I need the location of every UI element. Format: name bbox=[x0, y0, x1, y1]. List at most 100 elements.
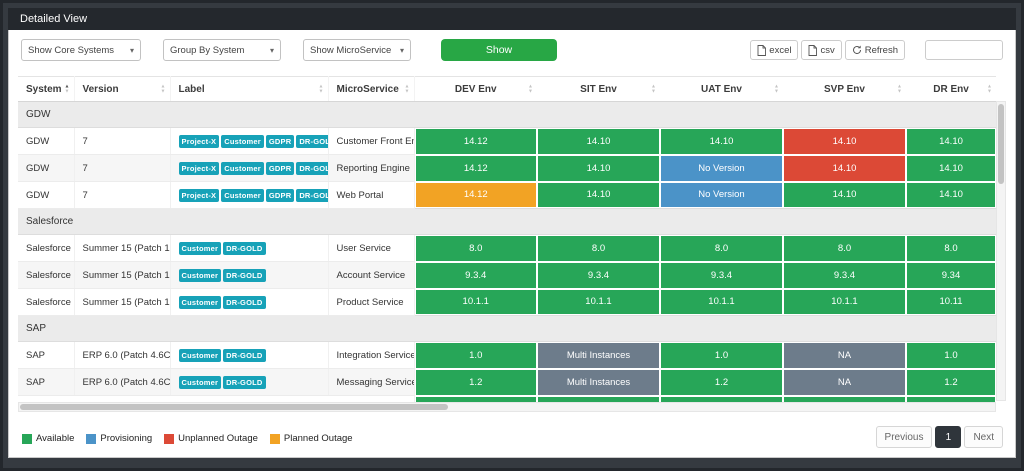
cell-labels: CustomerDR-GOLD bbox=[170, 342, 328, 369]
table-row-customer-front-end[interactable]: GDW7Project-XCustomerGDPRDR-GOLDCustomer… bbox=[18, 128, 996, 155]
table-row-integration-service[interactable]: SAPERP 6.0 (Patch 4.6C)CustomerDR-GOLDIn… bbox=[18, 342, 996, 369]
table-row-product-service[interactable]: SalesforceSummer 15 (Patch 10.1)Customer… bbox=[18, 289, 996, 316]
cell-svp-env[interactable]: 14.10 bbox=[783, 182, 906, 209]
microservice-select[interactable]: Show MicroService ▾ bbox=[303, 39, 411, 61]
cell-labels: CustomerDR-GOLD bbox=[170, 289, 328, 316]
show-button[interactable]: Show bbox=[441, 39, 557, 61]
cell-dr-env[interactable]: 1.0 bbox=[906, 342, 996, 369]
core-systems-select[interactable]: Show Core Systems ▾ bbox=[21, 39, 141, 61]
group-row-sap[interactable]: SAP bbox=[18, 316, 996, 342]
column-header-svp-env[interactable]: SVP Env▲▼ bbox=[783, 77, 906, 102]
column-header-version[interactable]: Version▲▼ bbox=[74, 77, 170, 102]
search-input[interactable] bbox=[925, 40, 1003, 60]
cell-dev-env[interactable]: 8.0 bbox=[414, 235, 537, 262]
table-row-reporting-engine[interactable]: GDW7Project-XCustomerGDPRDR-GOLDReportin… bbox=[18, 155, 996, 182]
env-status-chip: 10.11 bbox=[907, 290, 995, 315]
cell-svp-env[interactable]: 14.10 bbox=[783, 155, 906, 182]
column-header-dev-env[interactable]: DEV Env▲▼ bbox=[414, 77, 537, 102]
cell-dr-env[interactable]: 10.11 bbox=[906, 289, 996, 316]
env-status-chip: 9.3.4 bbox=[661, 263, 782, 288]
table-row-web-portal[interactable]: GDW7Project-XCustomerGDPRDR-GOLDWeb Port… bbox=[18, 182, 996, 209]
cell-sit-env[interactable]: Multi Instances bbox=[537, 369, 660, 396]
cell-sit-env[interactable]: 8.0 bbox=[537, 235, 660, 262]
column-label: UAT Env bbox=[701, 84, 742, 95]
env-status-chip: 10.1.1 bbox=[538, 290, 659, 315]
column-header-microservice[interactable]: MicroService ▲▼ bbox=[328, 77, 414, 102]
cell-uat-env[interactable]: 1.0 bbox=[660, 342, 783, 369]
cell-uat-env[interactable]: No Version bbox=[660, 182, 783, 209]
cell-dev-env[interactable]: 14.12 bbox=[414, 155, 537, 182]
previous-page-button[interactable]: Previous bbox=[876, 426, 933, 448]
cell-uat-env[interactable]: 1.2 bbox=[660, 369, 783, 396]
column-header-uat-env[interactable]: UAT Env▲▼ bbox=[660, 77, 783, 102]
sort-icon: ▲▼ bbox=[897, 85, 902, 94]
cell-sit-env[interactable]: 14.10 bbox=[537, 155, 660, 182]
cell-dr-env[interactable]: 14.10 bbox=[906, 155, 996, 182]
column-header-sit-env[interactable]: SIT Env▲▼ bbox=[537, 77, 660, 102]
env-status-chip: 14.10 bbox=[538, 156, 659, 181]
env-status-chip: 8.0 bbox=[784, 236, 905, 261]
group-row-gdw[interactable]: GDW bbox=[18, 102, 996, 128]
cell-dr-env[interactable]: 9.34 bbox=[906, 262, 996, 289]
column-header-label[interactable]: Label▲▼ bbox=[170, 77, 328, 102]
cell-dev-env[interactable]: 14.12 bbox=[414, 182, 537, 209]
label-badge-customer: Customer bbox=[179, 242, 222, 255]
cell-dev-env[interactable]: 10.1.1 bbox=[414, 289, 537, 316]
cell-sit-env[interactable]: 14.10 bbox=[537, 182, 660, 209]
cell-uat-env[interactable]: 10.1.1 bbox=[660, 289, 783, 316]
table-row-account-service[interactable]: SalesforceSummer 15 (Patch 10.1)Customer… bbox=[18, 262, 996, 289]
cell-dev-env[interactable]: 1.2 bbox=[414, 369, 537, 396]
cell-dev-env[interactable]: 9.3.4 bbox=[414, 262, 537, 289]
cell-dev-env[interactable]: 14.12 bbox=[414, 128, 537, 155]
column-label: MicroService bbox=[337, 84, 399, 95]
label-badge-dr-gold: DR-GOLD bbox=[296, 189, 328, 202]
window-title-bar: Detailed View bbox=[8, 8, 1016, 30]
cell-dr-env[interactable]: 14.10 bbox=[906, 128, 996, 155]
cell-svp-env[interactable]: 9.3.4 bbox=[783, 262, 906, 289]
horizontal-scrollbar[interactable] bbox=[18, 402, 996, 412]
cell-uat-env[interactable]: No Version bbox=[660, 155, 783, 182]
column-label: Label bbox=[179, 84, 205, 95]
next-page-button[interactable]: Next bbox=[964, 426, 1003, 448]
cell-svp-env[interactable]: NA bbox=[783, 369, 906, 396]
cell-sit-env[interactable]: Multi Instances bbox=[537, 342, 660, 369]
env-status-chip: 1.0 bbox=[416, 343, 537, 368]
cell-uat-env[interactable]: 8.0 bbox=[660, 235, 783, 262]
cell-version: 7 bbox=[74, 182, 170, 209]
table-row-messaging-service[interactable]: SAPERP 6.0 (Patch 4.6C)CustomerDR-GOLDMe… bbox=[18, 369, 996, 396]
cell-svp-env[interactable]: 14.10 bbox=[783, 128, 906, 155]
cell-sit-env[interactable]: 14.10 bbox=[537, 128, 660, 155]
group-row-salesforce[interactable]: Salesforce bbox=[18, 209, 996, 235]
csv-export-button[interactable]: csv bbox=[801, 40, 841, 60]
cell-sit-env[interactable]: 9.3.4 bbox=[537, 262, 660, 289]
sort-icon: ▲▼ bbox=[405, 85, 410, 94]
cell-uat-env[interactable]: 9.3.4 bbox=[660, 262, 783, 289]
group-by-select[interactable]: Group By System ▾ bbox=[163, 39, 281, 61]
column-header-dr-env[interactable]: DR Env▲▼ bbox=[906, 77, 996, 102]
cell-dr-env[interactable]: 8.0 bbox=[906, 235, 996, 262]
env-status-chip: 14.10 bbox=[907, 129, 995, 154]
cell-dev-env[interactable]: 1.0 bbox=[414, 342, 537, 369]
excel-export-button[interactable]: excel bbox=[750, 40, 798, 60]
horizontal-scrollbar-thumb[interactable] bbox=[20, 404, 448, 410]
label-badge-customer: Customer bbox=[179, 349, 222, 362]
cell-system: Salesforce bbox=[18, 262, 74, 289]
cell-dr-env[interactable]: 14.10 bbox=[906, 182, 996, 209]
vertical-scrollbar-thumb[interactable] bbox=[998, 104, 1004, 184]
env-status-chip: 9.3.4 bbox=[784, 263, 905, 288]
page-1-button[interactable]: 1 bbox=[935, 426, 961, 448]
cell-uat-env[interactable]: 14.10 bbox=[660, 128, 783, 155]
column-header-system[interactable]: System▲▼ bbox=[18, 77, 74, 102]
cell-sit-env[interactable]: 10.1.1 bbox=[537, 289, 660, 316]
column-label: System bbox=[26, 84, 62, 95]
cell-dr-env[interactable]: 1.2 bbox=[906, 369, 996, 396]
systems-table: System▲▼Version▲▼Label▲▼MicroService▲▼DE… bbox=[18, 76, 1006, 412]
cell-svp-env[interactable]: 10.1.1 bbox=[783, 289, 906, 316]
env-status-chip: 1.2 bbox=[661, 370, 782, 395]
vertical-scrollbar[interactable] bbox=[996, 101, 1006, 401]
refresh-button[interactable]: Refresh bbox=[845, 40, 905, 60]
cell-svp-env[interactable]: NA bbox=[783, 342, 906, 369]
column-label: Version bbox=[83, 84, 119, 95]
cell-svp-env[interactable]: 8.0 bbox=[783, 235, 906, 262]
table-row-user-service[interactable]: SalesforceSummer 15 (Patch 10.1)Customer… bbox=[18, 235, 996, 262]
